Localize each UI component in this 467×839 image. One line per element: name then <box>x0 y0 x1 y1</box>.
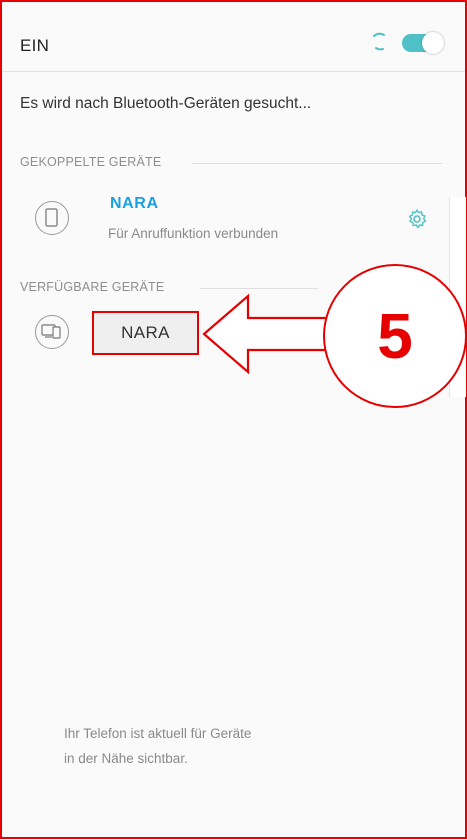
paired-device-status: Für Anruffunktion verbunden <box>108 226 279 241</box>
bluetooth-header: EIN <box>2 2 465 72</box>
visibility-notice-line1: Ihr Telefon ist aktuell für Geräte <box>64 726 252 741</box>
bluetooth-toggle[interactable] <box>402 32 444 54</box>
paired-device-name: NARA <box>110 195 159 212</box>
visibility-notice: Ihr Telefon ist aktuell für Geräte in de… <box>64 721 251 771</box>
toggle-knob <box>422 32 444 54</box>
gear-icon[interactable] <box>406 208 428 230</box>
section-divider <box>192 163 442 164</box>
available-device-name[interactable]: NARA <box>92 311 199 355</box>
paired-devices-title: GEKOPPELTE GERÄTE <box>20 155 162 169</box>
visibility-notice-line2: in der Nähe sichtbar. <box>64 751 188 766</box>
annotation-arrow-icon <box>202 293 329 375</box>
available-devices-title: VERFÜGBARE GERÄTE <box>20 280 165 294</box>
step-number-badge: 5 <box>323 264 467 408</box>
phone-icon <box>35 201 69 235</box>
bluetooth-state-label: EIN <box>20 36 50 55</box>
section-divider <box>200 288 318 289</box>
scanning-spinner-icon <box>373 32 385 51</box>
step-number: 5 <box>377 300 413 372</box>
screen-frame: EIN Es wird nach Bluetooth-Geräten gesuc… <box>0 0 467 839</box>
scan-status-text: Es wird nach Bluetooth-Geräten gesucht..… <box>20 95 312 112</box>
devices-icon <box>35 315 69 349</box>
